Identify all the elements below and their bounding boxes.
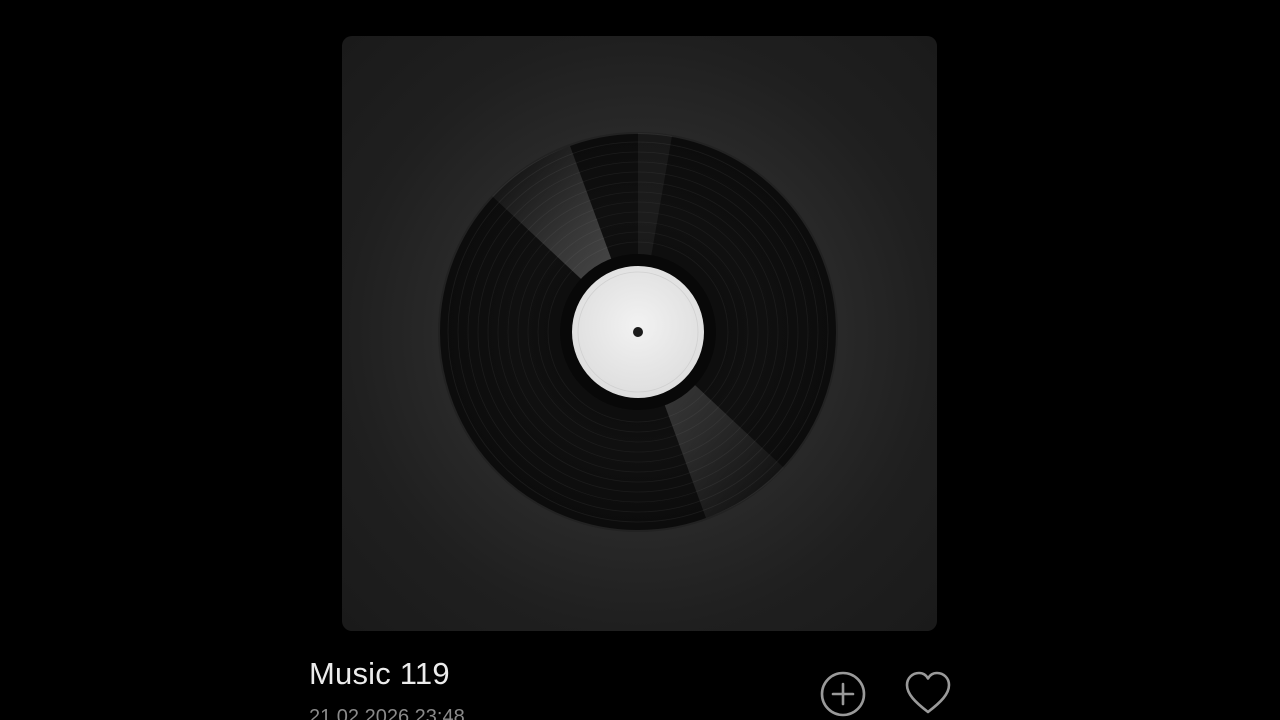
plus-circle-icon: [820, 671, 866, 717]
track-title: Music 119: [309, 656, 450, 691]
heart-icon: [905, 671, 951, 714]
player-screen: Music 119 21.02.2026 23:48: [0, 0, 1280, 720]
track-date: 21.02.2026 23:48: [309, 706, 465, 720]
add-to-playlist-button[interactable]: [818, 669, 868, 719]
like-button[interactable]: [903, 669, 953, 719]
vinyl-record-icon: [438, 132, 838, 532]
album-artwork: [342, 36, 937, 631]
